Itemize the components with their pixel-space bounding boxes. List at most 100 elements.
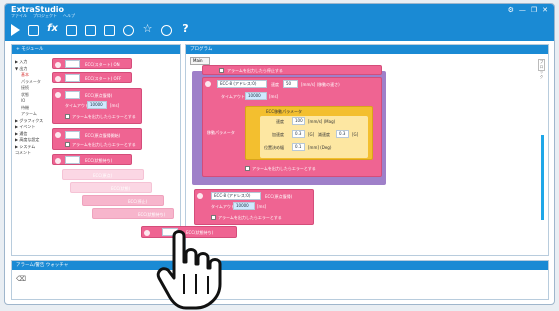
timeout-unit: [ms]: [269, 94, 279, 99]
alarm-label: アラームを出力したらエラーとする: [72, 142, 136, 147]
ghost-label: ECC(原点): [93, 173, 113, 178]
timeout-field[interactable]: 10000: [87, 101, 107, 109]
block-view-toggle[interactable]: ブロック: [538, 59, 545, 79]
param-title: ECC移動パラメータ: [266, 109, 302, 114]
module-panel: + モジュール ▶ 入力 ▼ 出力 基本 パラメータ 接続 状態 IO 待機 ア…: [11, 44, 181, 256]
block-icon: [55, 92, 61, 98]
block-label: ECC(スタート) OFF: [85, 76, 122, 81]
param-pos-unit: [mm] (Deg): [308, 145, 332, 150]
palette-block[interactable]: ECC(スタート) ON: [52, 58, 132, 69]
alarm-checkbox[interactable]: [65, 114, 70, 119]
block-icon: [55, 158, 61, 164]
function-icon[interactable]: fx: [47, 23, 58, 36]
alarm-label: アラームを出力したらエラーとする: [252, 166, 316, 171]
timeout-field[interactable]: 10000: [245, 92, 267, 100]
param-speed-label: 速度: [276, 119, 284, 124]
gear-icon[interactable]: [161, 24, 172, 36]
param-accel-unit: [G]: [308, 132, 315, 137]
app-window: ExtraStudio ファイル プロジェクト ヘルプ ⚙ — ❐ ✕ fx ☆…: [4, 3, 555, 305]
speed-unit: [mm/s] (移動の速さ): [301, 82, 340, 87]
speed-label: 速度: [271, 82, 279, 87]
table-icon[interactable]: [85, 24, 96, 36]
alarm-checkbox[interactable]: [211, 215, 216, 220]
drag-ghost-block: ECC(状態): [70, 182, 152, 193]
minimize-icon[interactable]: —: [519, 6, 526, 14]
drag-ghost-block: ECC(停止): [82, 195, 164, 206]
alarm-label: アラームを出力したらエラーとする: [72, 114, 136, 119]
ghost-label: ECC(状態): [111, 186, 131, 191]
help-icon[interactable]: ?: [180, 23, 191, 36]
loop-header[interactable]: アラームを出力したら停止する: [202, 65, 382, 75]
timeout-unit: [ms]: [110, 103, 120, 108]
param-body: 速度 100 [mm/s] (Mag) 加速度 0.3 [G] 減速度 0.3 …: [260, 116, 368, 158]
param-pos-label: 位置決め幅: [264, 145, 284, 150]
palette-block[interactable]: ECC(原点復帰開始) アラームを出力したらエラーとする: [52, 128, 142, 150]
block-select[interactable]: [65, 131, 80, 139]
block-label: ECC(原点復帰): [265, 194, 293, 199]
settings-icon[interactable]: ⚙: [508, 6, 514, 14]
ghost-label: ECC(状態待ち): [138, 212, 166, 217]
palette-block[interactable]: ECC(スタート) OFF: [52, 72, 132, 83]
timeout-label: タイムアウト: [221, 94, 245, 99]
block-select[interactable]: [65, 91, 80, 99]
vertical-scrollbar[interactable]: [541, 135, 544, 220]
alarm-stop-checkbox[interactable]: [219, 68, 224, 73]
block-icon: [55, 76, 61, 82]
alarm-stop-label: アラームを出力したら停止する: [227, 68, 283, 73]
palette-block[interactable]: ECC(原点復帰) タイムアウト 10000 [ms] アラームを出力したらエラ…: [52, 88, 142, 124]
close-icon[interactable]: ✕: [542, 6, 548, 14]
move-param-block[interactable]: ECC移動パラメータ 速度 100 [mm/s] (Mag) 加速度 0.3 […: [245, 106, 373, 160]
block-select[interactable]: [65, 74, 80, 82]
param-pos-field[interactable]: 0.1: [292, 143, 305, 151]
tree-item[interactable]: コメント: [15, 150, 49, 157]
block-label: ECC(原点復帰開始): [85, 133, 121, 138]
save-icon[interactable]: [66, 24, 77, 36]
block-icon: [55, 62, 61, 68]
play-icon[interactable]: [11, 24, 20, 36]
list-icon[interactable]: [104, 24, 115, 36]
eraser-icon[interactable]: ⌫: [16, 275, 26, 283]
timeout-field[interactable]: 10000: [233, 202, 255, 210]
toolbar: fx ☆ ?: [5, 19, 554, 41]
program-panel: プログラム Main ブロック アラームを出力したら停止する ECC-8 (アド…: [185, 44, 549, 256]
timeout-label: タイムアウト: [211, 204, 235, 209]
timer-icon[interactable]: [123, 24, 134, 36]
param-speed-field[interactable]: 100: [292, 117, 305, 125]
timeout-label: タイムアウト: [65, 103, 89, 108]
palette-block[interactable]: ECC(状態待ち): [52, 154, 132, 165]
module-panel-header: + モジュール: [12, 45, 180, 54]
star-icon[interactable]: ☆: [142, 23, 153, 36]
block-select[interactable]: [65, 156, 80, 164]
hand-cursor-icon: [156, 230, 222, 310]
alarm-checkbox[interactable]: [65, 142, 70, 147]
alarm-checkbox[interactable]: [245, 166, 250, 171]
param-decel-field[interactable]: 0.3: [336, 130, 349, 138]
restore-icon[interactable]: ❐: [531, 6, 537, 14]
param-speed-unit: [mm/s] (Mag): [308, 119, 336, 124]
log-panel: アラーム/警告 ウォッチャ ⌫: [11, 260, 549, 300]
block-label: ECC(状態待ち): [85, 158, 113, 163]
param-accel-label: 加速度: [272, 132, 284, 137]
ghost-label: ECC(停止): [128, 199, 148, 204]
window-controls: ⚙ — ❐ ✕: [508, 6, 548, 14]
block-select[interactable]: [65, 60, 80, 68]
param-decel-unit: [G]: [352, 132, 359, 137]
homing-block[interactable]: ECC-8 (アドレス:0) ECC(原点復帰) タイムアウト 10000 [m…: [194, 189, 314, 225]
block-icon: [144, 230, 150, 236]
log-panel-header: アラーム/警告 ウォッチャ: [12, 261, 548, 270]
tab-main[interactable]: Main: [190, 57, 210, 65]
program-panel-header: プログラム: [186, 45, 548, 54]
speed-field[interactable]: 50: [283, 80, 298, 88]
block-icon: [205, 81, 211, 87]
move-block[interactable]: ECC-8 (アドレス:0) 速度 50 [mm/s] (移動の速さ) タイムア…: [202, 77, 382, 177]
stop-icon[interactable]: [28, 24, 39, 36]
block-label: ECC(原点復帰): [85, 93, 113, 98]
drag-ghost-block: ECC(原点): [62, 169, 144, 180]
drag-ghost-block: ECC(状態待ち): [92, 208, 174, 219]
axis-select[interactable]: ECC-8 (アドレス:0): [211, 192, 261, 200]
param-accel-field[interactable]: 0.3: [292, 130, 305, 138]
block-icon: [55, 132, 61, 138]
timeout-unit: [ms]: [257, 204, 267, 209]
axis-select[interactable]: ECC-8 (アドレス:0): [217, 80, 267, 88]
block-label: ECC(スタート) ON: [85, 62, 120, 67]
